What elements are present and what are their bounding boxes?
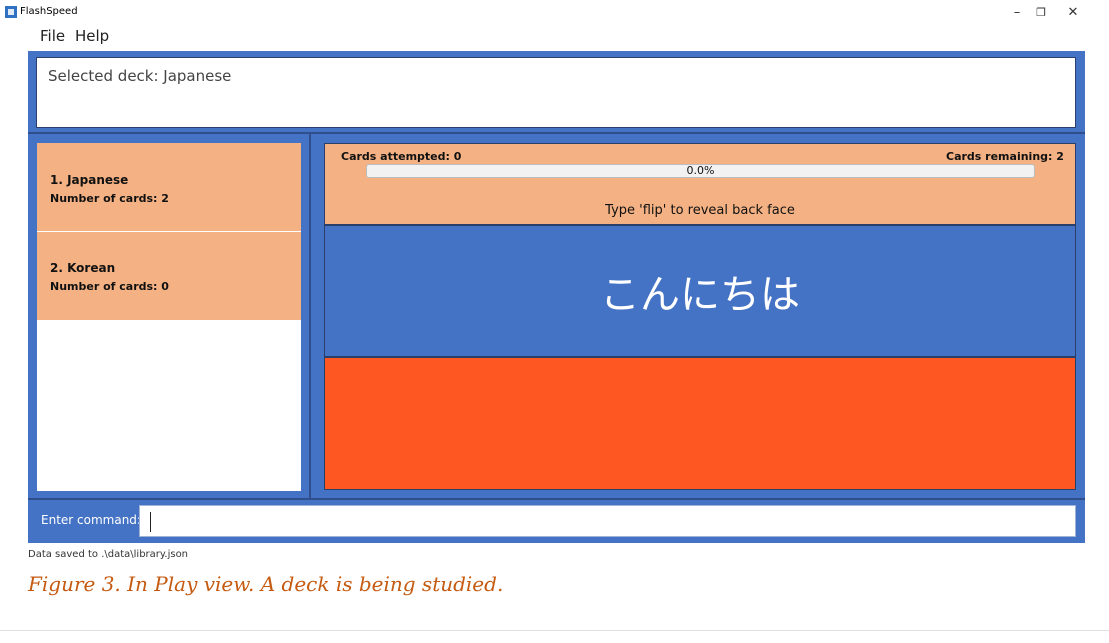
horizontal-divider bbox=[28, 132, 1085, 134]
deck-item-korean[interactable]: 2. Korean Number of cards: 0 bbox=[37, 232, 301, 321]
command-label: Enter command: bbox=[41, 513, 141, 527]
deck-name: 2. Korean bbox=[50, 261, 116, 275]
close-icon: ✕ bbox=[1067, 4, 1079, 20]
command-input[interactable] bbox=[139, 505, 1076, 537]
app-icon bbox=[5, 6, 17, 18]
flip-instruction: Type 'flip' to reveal back face bbox=[605, 203, 795, 218]
cards-remaining: Cards remaining: 2 bbox=[946, 150, 1064, 163]
result-display-text: Selected deck: Japanese bbox=[48, 67, 232, 85]
window-title: FlashSpeed bbox=[20, 6, 78, 17]
deck-card-count: Number of cards: 2 bbox=[50, 192, 169, 205]
bottom-rule bbox=[0, 630, 1109, 631]
deck-name: 1. Japanese bbox=[50, 173, 129, 187]
progress-label: 0.0% bbox=[686, 164, 715, 177]
close-button[interactable]: ✕ bbox=[1050, 0, 1096, 24]
menu-help[interactable]: Help bbox=[75, 27, 109, 47]
card-back-face bbox=[324, 357, 1076, 490]
menu-file[interactable]: File bbox=[40, 27, 65, 47]
restore-icon: ❐ bbox=[1036, 5, 1046, 19]
deck-card-count: Number of cards: 0 bbox=[50, 280, 169, 293]
vertical-divider bbox=[309, 134, 311, 498]
status-bar-text: Data saved to .\data\library.json bbox=[28, 549, 189, 560]
figure-caption: Figure 3. In Play view. A deck is being … bbox=[28, 572, 504, 596]
text-caret bbox=[150, 512, 151, 532]
title-bar bbox=[0, 0, 1109, 24]
cards-attempted: Cards attempted: 0 bbox=[341, 150, 462, 163]
deck-list[interactable]: 1. Japanese Number of cards: 2 2. Korean… bbox=[37, 143, 301, 491]
card-front-text: こんにちは bbox=[600, 272, 800, 318]
deck-item-japanese[interactable]: 1. Japanese Number of cards: 2 bbox=[37, 143, 301, 232]
